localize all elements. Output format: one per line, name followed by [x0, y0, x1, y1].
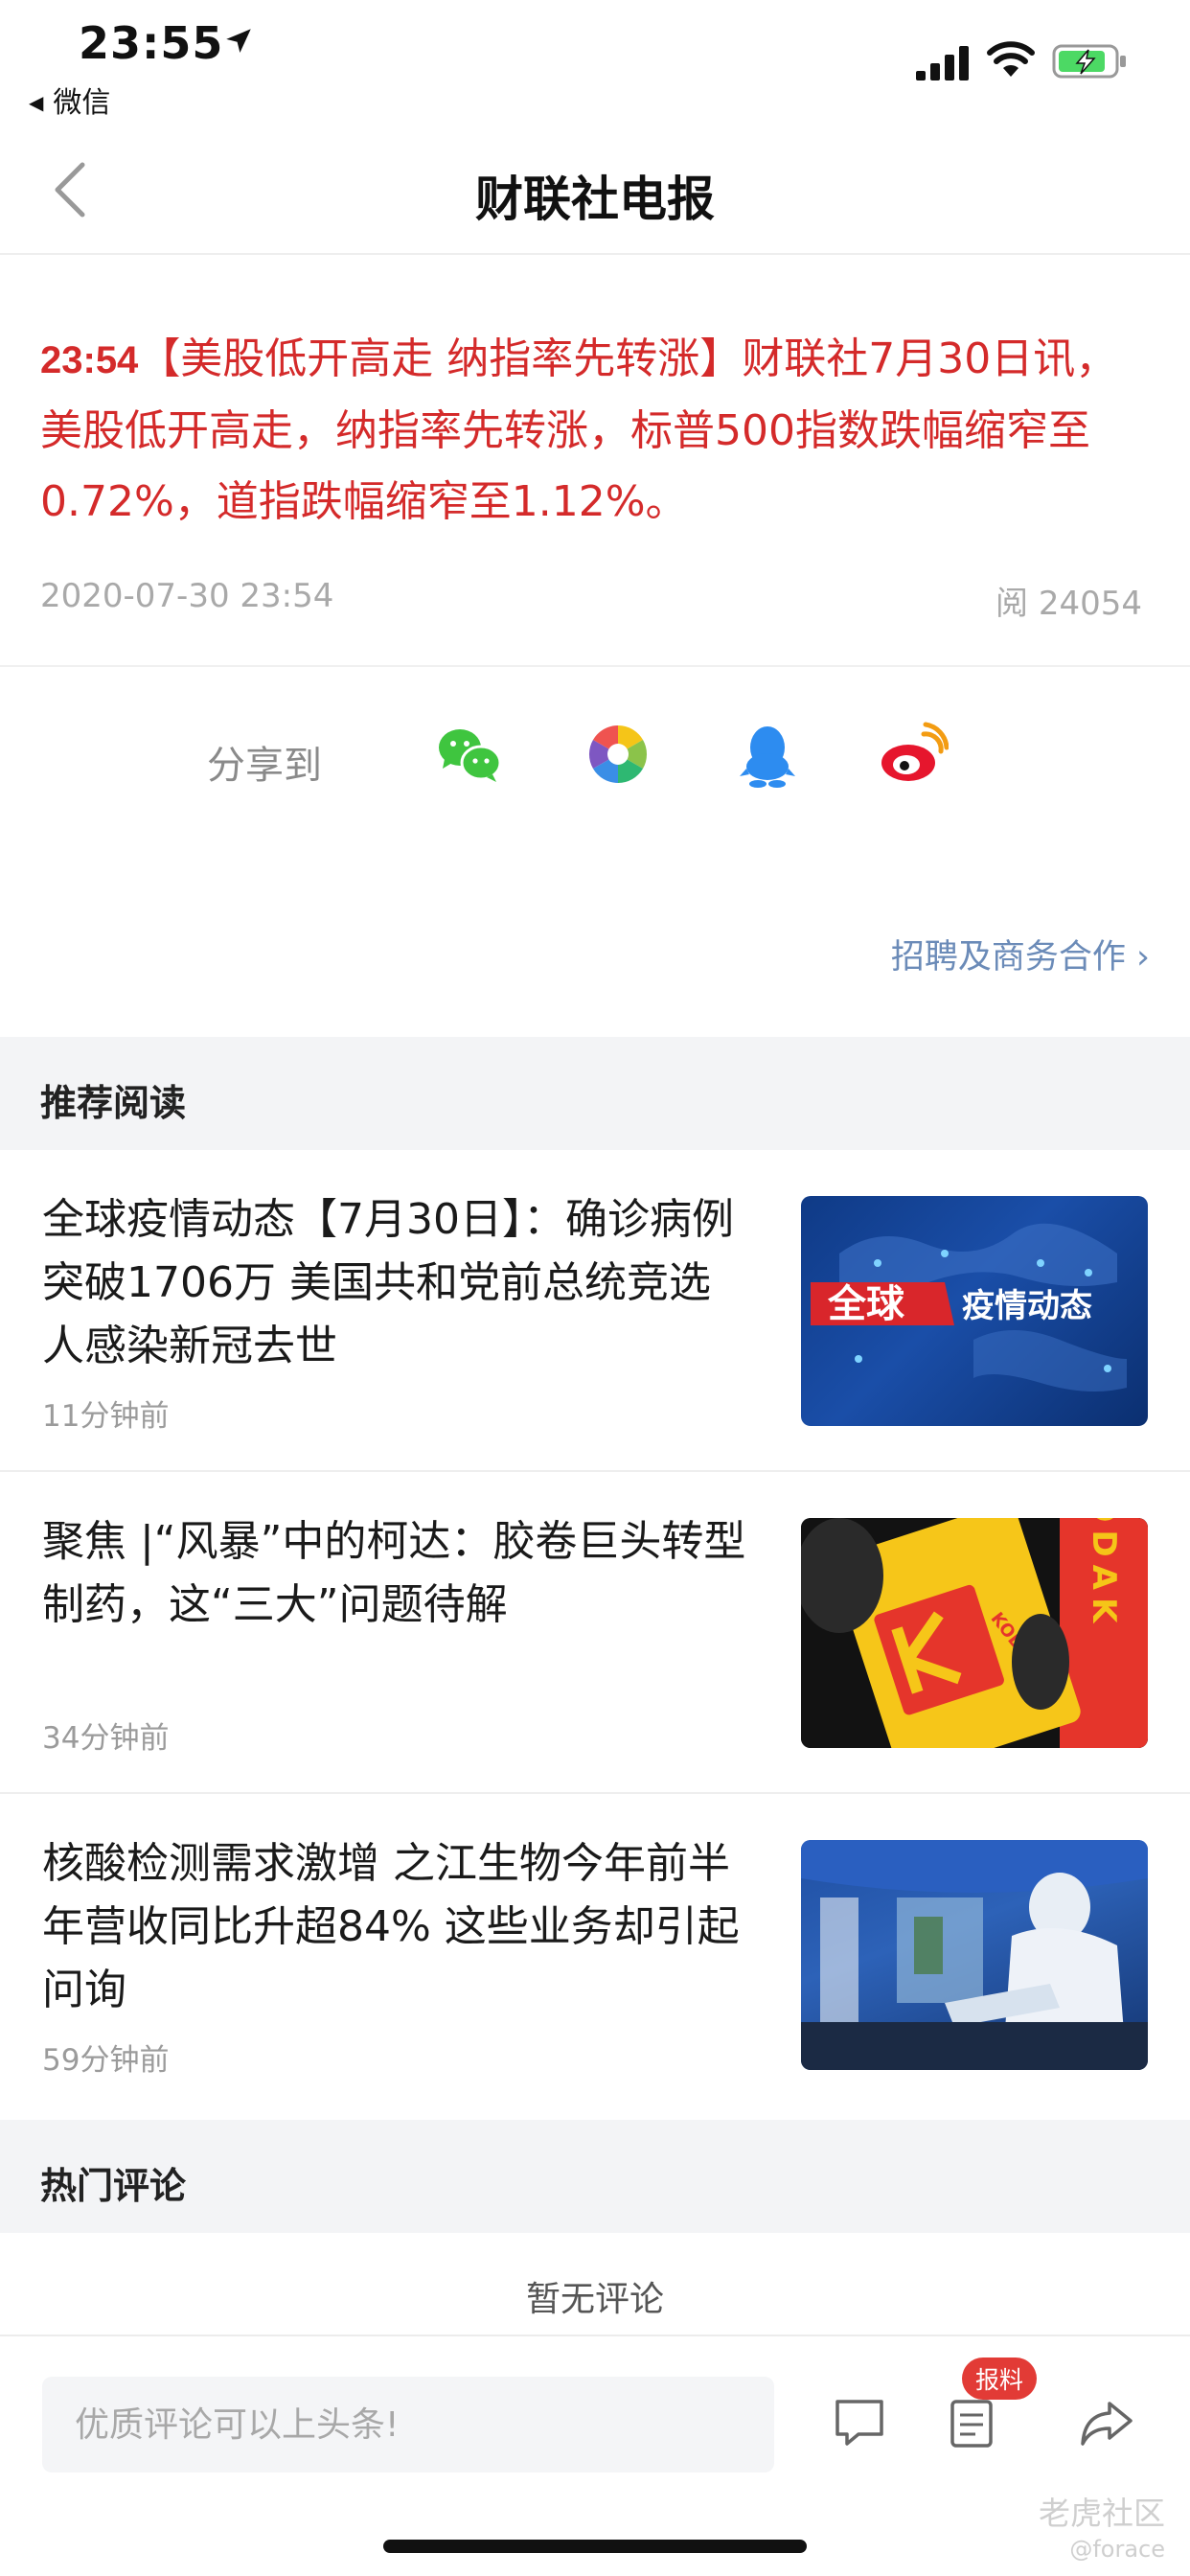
back-triangle-icon: ◀: [29, 91, 44, 114]
world-map-image: 全球 疫情动态: [811, 1223, 1127, 1392]
news-time: 34分钟前: [42, 1721, 170, 1756]
article-time: 23:54: [40, 339, 139, 381]
news-title: 聚焦 |“风暴”中的柯达：胶卷巨头转型制药，这“三大”问题待解: [42, 1517, 746, 1629]
bottom-bar: 报料 老虎社区 @forace: [0, 2334, 1190, 2576]
home-indicator[interactable]: [383, 2540, 807, 2553]
back-to-app-link[interactable]: ◀ 微信: [29, 79, 110, 121]
read-count: 阅 24054: [995, 585, 1142, 623]
news-thumbnail-kodak: KODAK KODAK: [801, 1518, 1148, 1748]
wifi-icon: [987, 41, 1035, 77]
news-item-1[interactable]: 全球疫情动态【7月30日】：确诊病例突破1706万 美国共和党前总统竞选人感染新…: [0, 1150, 1190, 1472]
kodak-vertical-text: KODAK: [1085, 1518, 1123, 1630]
report-news-icon[interactable]: [943, 2392, 1002, 2451]
page-title: 财联社电报: [475, 172, 715, 227]
no-comment-text: 暂无评论: [525, 2280, 664, 2319]
news-title: 核酸检测需求激增 之江生物今年前半年营收同比升超84% 这些业务却引起问询: [42, 1839, 740, 2014]
testing-tent-image: [801, 1840, 1148, 2070]
wechat-icon[interactable]: [433, 721, 504, 788]
watermark-text: 老虎社区: [1039, 2495, 1165, 2532]
divider: [0, 665, 1190, 667]
news-time: 11分钟前: [42, 1399, 170, 1434]
article-headline: 【美股低开高走 纳指率先转涨】: [138, 334, 743, 383]
thumb-label-global: 全球: [827, 1282, 905, 1326]
share-label: 分享到: [207, 744, 322, 788]
watermark-subtext: @forace: [1069, 2536, 1165, 2563]
telegraph-article: 23:54【美股低开高走 纳指率先转涨】财联社7月30日讯，美股低开高走，纳指率…: [40, 324, 1152, 538]
comments-section-header: 热门评论: [0, 2120, 1190, 2233]
comment-input[interactable]: [42, 2377, 774, 2472]
article-date: 2020-07-30 23:54: [40, 577, 334, 615]
location-arrow-icon: [226, 29, 251, 54]
signal-icon: [916, 46, 969, 80]
news-thumbnail-testing-lab: [801, 1840, 1148, 2070]
thumb-label-epidemic: 疫情动态: [962, 1287, 1092, 1325]
battery-charging-icon: [1052, 44, 1126, 79]
back-app-label: 微信: [53, 86, 111, 120]
recommended-section-header: 推荐阅读: [0, 1037, 1190, 1150]
report-badge: 报料: [962, 2358, 1038, 2400]
comment-bubble-icon[interactable]: [830, 2392, 889, 2451]
news-thumbnail-covid-map: 全球 疫情动态: [801, 1196, 1148, 1426]
moments-icon[interactable]: [583, 721, 653, 788]
status-bar: 23:55 ◀ 微信: [0, 0, 1190, 125]
news-time: 59分钟前: [42, 2043, 170, 2078]
news-item-2[interactable]: 聚焦 |“风暴”中的柯达：胶卷巨头转型制药，这“三大”问题待解 34分钟前 KO…: [0, 1472, 1190, 1794]
recruit-business-link[interactable]: 招聘及商务合作 ›: [891, 930, 1150, 978]
comments-header-label: 热门评论: [40, 2165, 187, 2207]
weibo-icon[interactable]: [878, 721, 949, 788]
recommended-header-label: 推荐阅读: [40, 1082, 187, 1124]
status-time: 23:55: [79, 17, 224, 69]
news-title: 全球疫情动态【7月30日】：确诊病例突破1706万 美国共和党前总统竞选人感染新…: [42, 1195, 734, 1370]
share-arrow-icon[interactable]: [1077, 2392, 1136, 2451]
qq-icon[interactable]: [732, 721, 803, 788]
kodak-image: KODAK KODAK: [801, 1518, 1148, 1748]
nav-bar: 财联社电报: [0, 125, 1190, 255]
news-item-3[interactable]: 核酸检测需求激增 之江生物今年前半年营收同比升超84% 这些业务却引起问询 59…: [0, 1794, 1190, 2116]
